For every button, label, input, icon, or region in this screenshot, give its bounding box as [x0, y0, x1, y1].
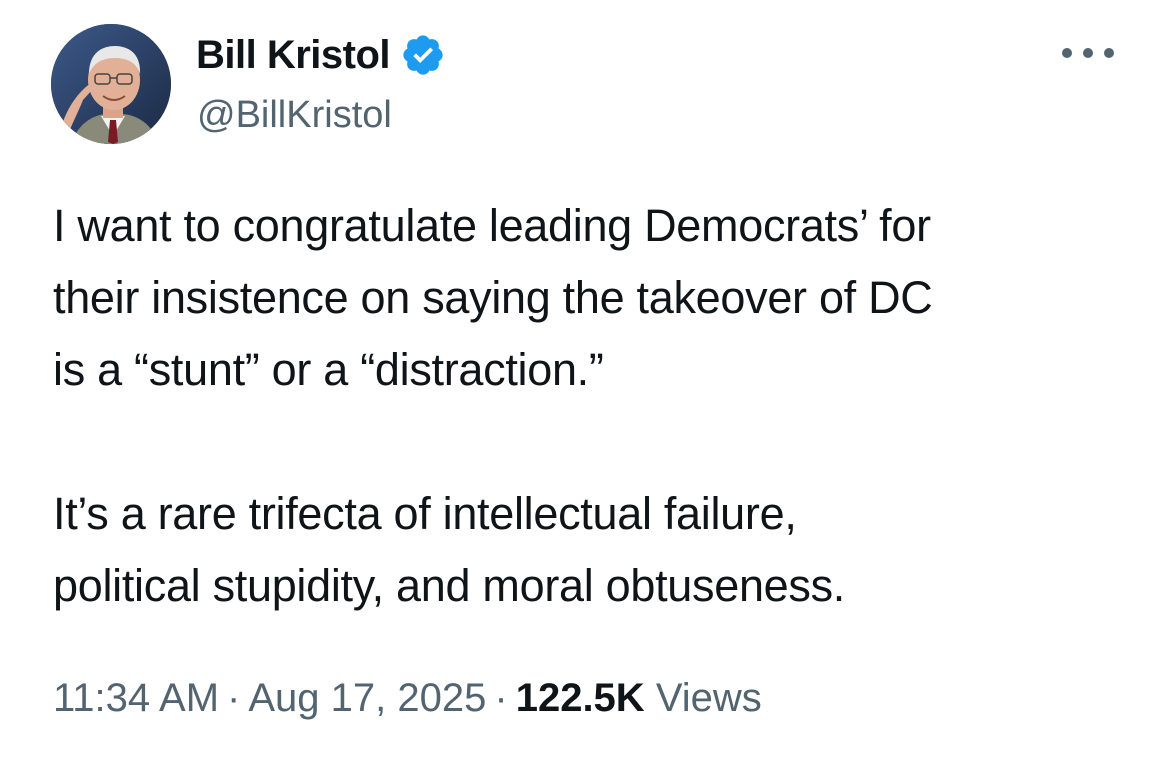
tweet-date[interactable]: Aug 17, 2025 — [248, 676, 486, 720]
tweet-paragraph: It’s a rare trifecta of intellectual fai… — [53, 488, 845, 611]
author-display-name[interactable]: Bill Kristol — [196, 30, 391, 80]
meta-separator: · — [494, 676, 508, 720]
tweet-time[interactable]: 11:34 AM — [53, 676, 219, 720]
author-handle[interactable]: @BillKristol — [197, 92, 392, 138]
more-dot — [1083, 48, 1093, 58]
more-horizontal-icon[interactable] — [1062, 40, 1114, 66]
tweet-meta: 11:34 AM · Aug 17, 2025 · 122.5K Views — [53, 672, 762, 724]
verified-badge-icon[interactable] — [400, 32, 446, 78]
views-count[interactable]: 122.5K — [516, 676, 645, 720]
tweet: Bill Kristol @BillKristol I want to cong… — [0, 0, 1170, 779]
tweet-paragraph: I want to congratulate leading Democrats… — [53, 200, 933, 395]
views-label[interactable]: Views — [656, 676, 762, 720]
author-name-row: Bill Kristol — [196, 30, 446, 80]
avatar-image — [51, 24, 171, 144]
more-dot — [1062, 48, 1072, 58]
meta-separator: · — [227, 676, 241, 720]
more-dot — [1104, 48, 1114, 58]
tweet-text: I want to congratulate leading Democrats… — [53, 190, 1143, 622]
avatar[interactable] — [51, 24, 171, 144]
